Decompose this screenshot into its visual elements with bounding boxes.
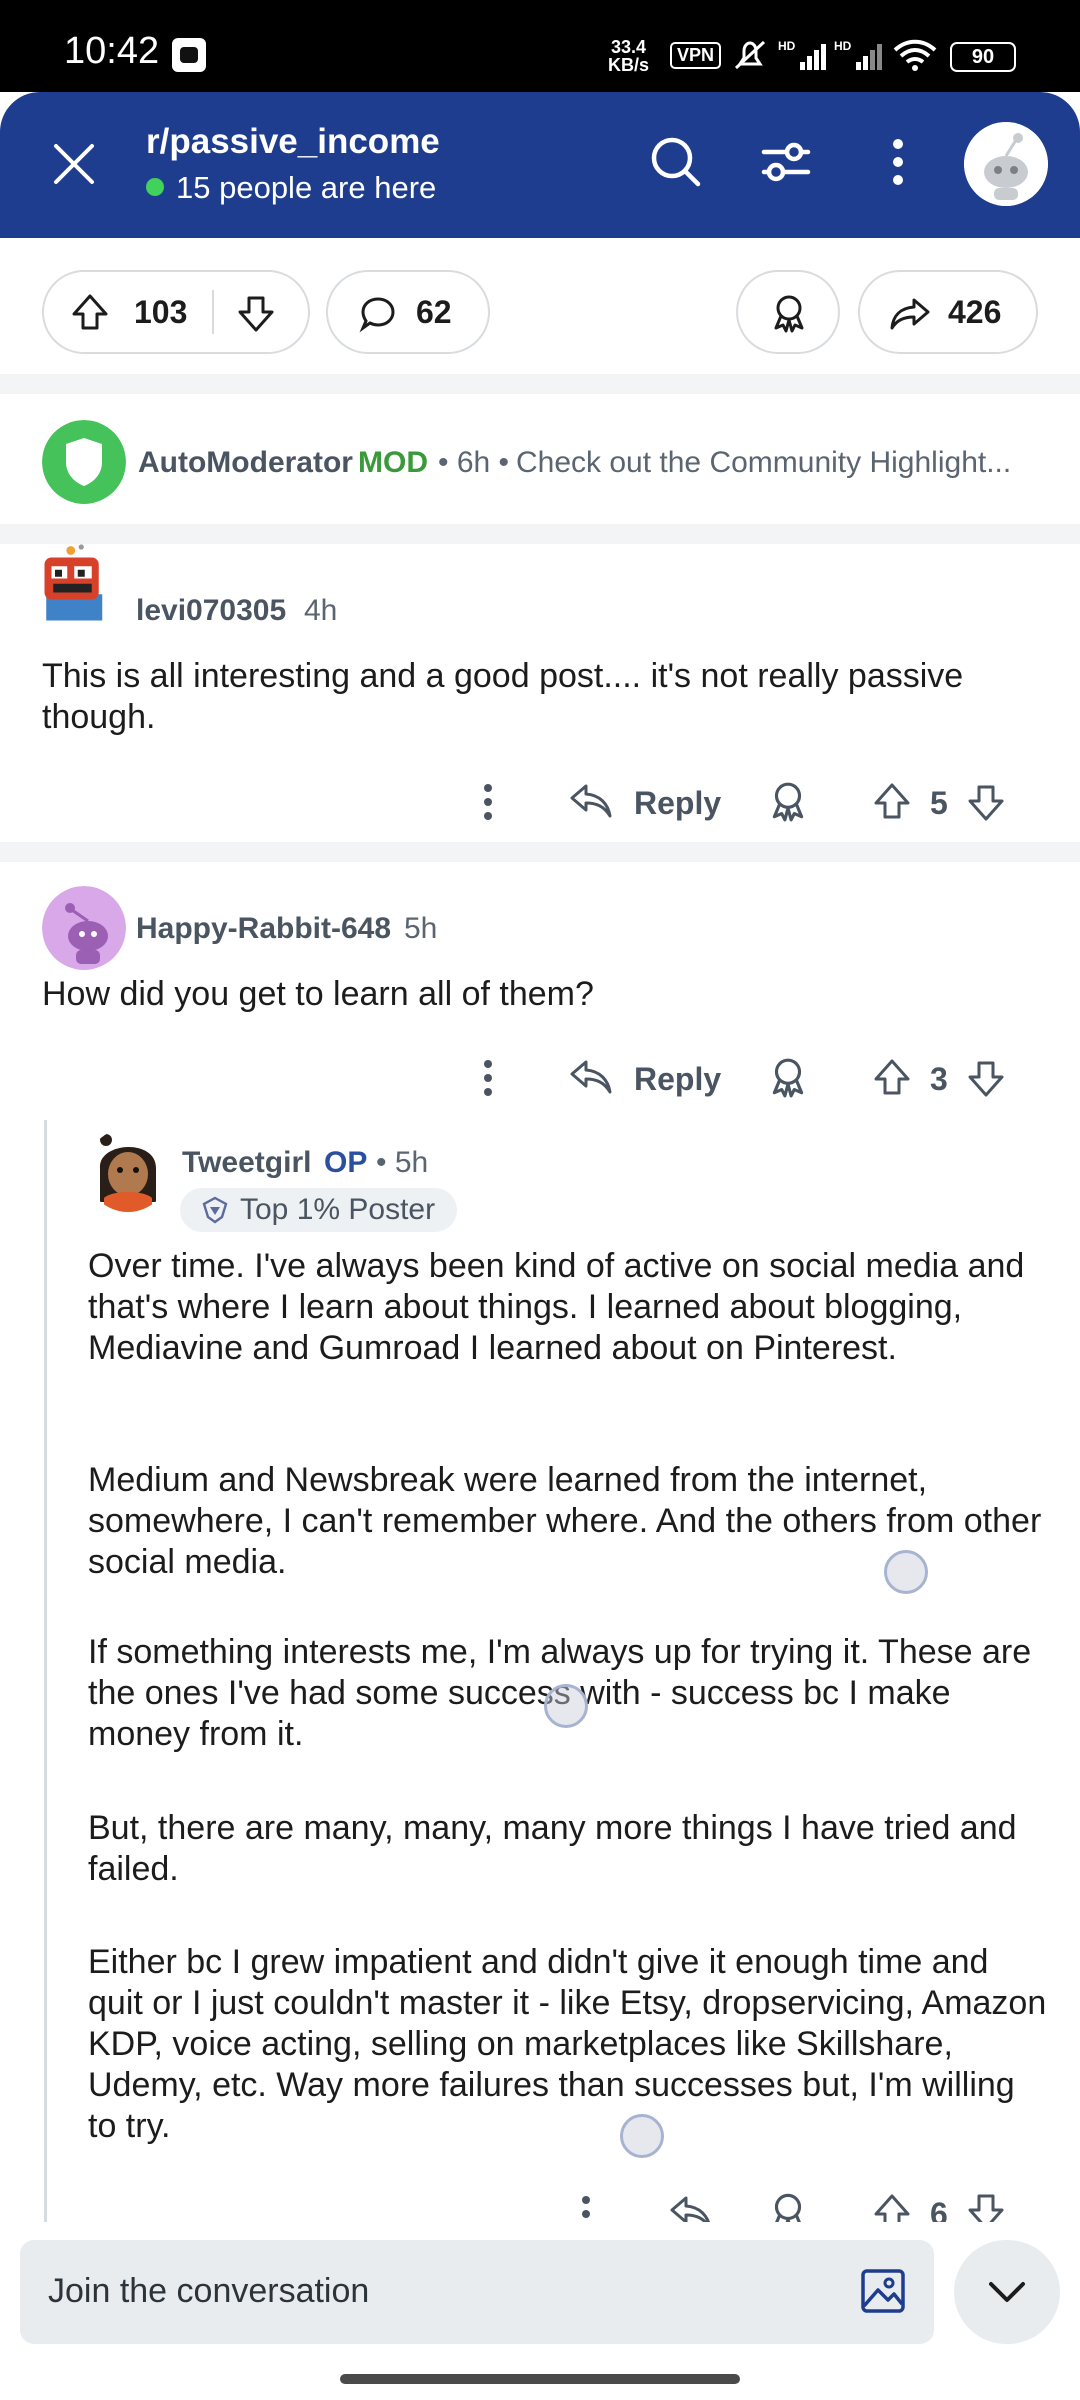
comments-button[interactable]: 62 [326,270,490,354]
vote-control: 103 [42,270,310,354]
comment-time: 5h [404,912,438,945]
more-vert-icon[interactable] [468,1056,508,1100]
comment-avatar[interactable] [34,540,118,624]
user-avatar[interactable] [964,122,1048,206]
comment-composer[interactable]: Join the conversation [20,2240,934,2344]
reply-icon[interactable] [568,1056,614,1098]
svg-text:HD: HD [778,39,796,53]
upvote-icon[interactable] [70,292,110,332]
more-vert-icon[interactable] [866,130,930,194]
automod-avatar [42,420,126,504]
touch-indicator [884,1550,928,1594]
mod-badge: MOD [358,446,428,479]
thread-line[interactable] [44,1120,47,2230]
reply-paragraph: But, there are many, many, many more thi… [88,1809,1017,1888]
reply-paragraph: Either bc I grew impatient and didn't gi… [88,1943,1047,2145]
vote-divider [212,290,214,334]
comment-body: This is all interesting and a good post.… [42,657,964,736]
comment-count: 62 [416,294,452,330]
reply-avatar[interactable] [86,1128,170,1212]
presence-indicator: 15 people are here [146,170,436,206]
status-time: 10:42 [64,30,160,72]
subreddit-header: r/passive_income 15 people are here [0,92,1080,238]
award-button[interactable] [736,270,840,354]
svg-text:HD: HD [834,39,852,53]
comment-username[interactable]: levi070305 [136,594,286,628]
chevron-down-icon [989,2282,1025,2302]
reply-username[interactable]: Tweetgirl [182,1146,311,1180]
downvote-icon[interactable] [966,1058,1006,1100]
reply-button[interactable]: Reply [634,1061,721,1098]
downvote-icon[interactable] [966,782,1006,824]
upvote-count: 103 [134,294,188,330]
comment-time: 4h [304,594,338,627]
user-flair: Top 1% Poster [180,1188,458,1232]
op-badge: OP [324,1146,368,1179]
battery-indicator: 90 [950,42,1016,72]
close-icon[interactable] [42,132,106,196]
section-divider [0,842,1080,862]
subreddit-title[interactable]: r/passive_income [146,122,440,162]
award-icon[interactable] [766,1054,810,1100]
reply-icon[interactable] [568,780,614,822]
filter-icon[interactable] [754,130,818,194]
touch-indicator [544,1684,588,1728]
network-rate: 33.4 KB/s [608,37,650,75]
touch-indicator [620,2114,664,2158]
composer-placeholder[interactable]: Join the conversation [48,2272,369,2311]
comment-username[interactable]: Happy-Rabbit-648 [136,912,391,946]
wifi-icon [893,39,937,71]
upvote-icon[interactable] [872,780,912,822]
mute-bell-icon [734,40,766,70]
comment-score: 3 [930,1061,948,1097]
comment-score: 5 [930,785,948,821]
award-icon [774,295,804,333]
comment-icon [359,297,395,333]
section-divider [0,524,1080,544]
automod-username[interactable]: AutoModerator [138,446,353,480]
cell-signal-1-icon: HD [778,39,826,70]
home-indicator[interactable] [340,2374,740,2384]
vpn-badge: VPN [670,42,722,69]
automod-time: • 6h • [438,446,510,479]
upvote-icon[interactable] [872,1056,912,1098]
share-button[interactable]: 426 [858,270,1038,354]
reply-time: • 5h [376,1146,429,1179]
status-bar: 10:42 33.4 KB/s VPN HD HD 90 [0,0,1080,92]
comment-avatar[interactable] [42,886,126,970]
share-icon [890,298,930,330]
collapse-button[interactable] [954,2240,1060,2344]
image-icon[interactable] [858,2266,908,2316]
flair-badge-icon [202,1196,228,1224]
section-divider [0,374,1080,394]
downvote-icon[interactable] [236,294,276,334]
search-icon[interactable] [644,130,708,194]
reply-button[interactable]: Reply [634,785,721,822]
share-count: 426 [948,294,1002,330]
automod-preview: Check out the Community Highlight... [516,446,1012,479]
reply-paragraph: Over time. I've always been kind of acti… [88,1247,1025,1367]
award-icon[interactable] [766,778,810,824]
online-dot-icon [146,178,164,196]
app-notification-icon [172,38,206,72]
more-vert-icon[interactable] [468,780,508,824]
cell-signal-2-icon: HD [834,39,882,70]
comment-body: How did you get to learn all of them? [42,975,594,1013]
